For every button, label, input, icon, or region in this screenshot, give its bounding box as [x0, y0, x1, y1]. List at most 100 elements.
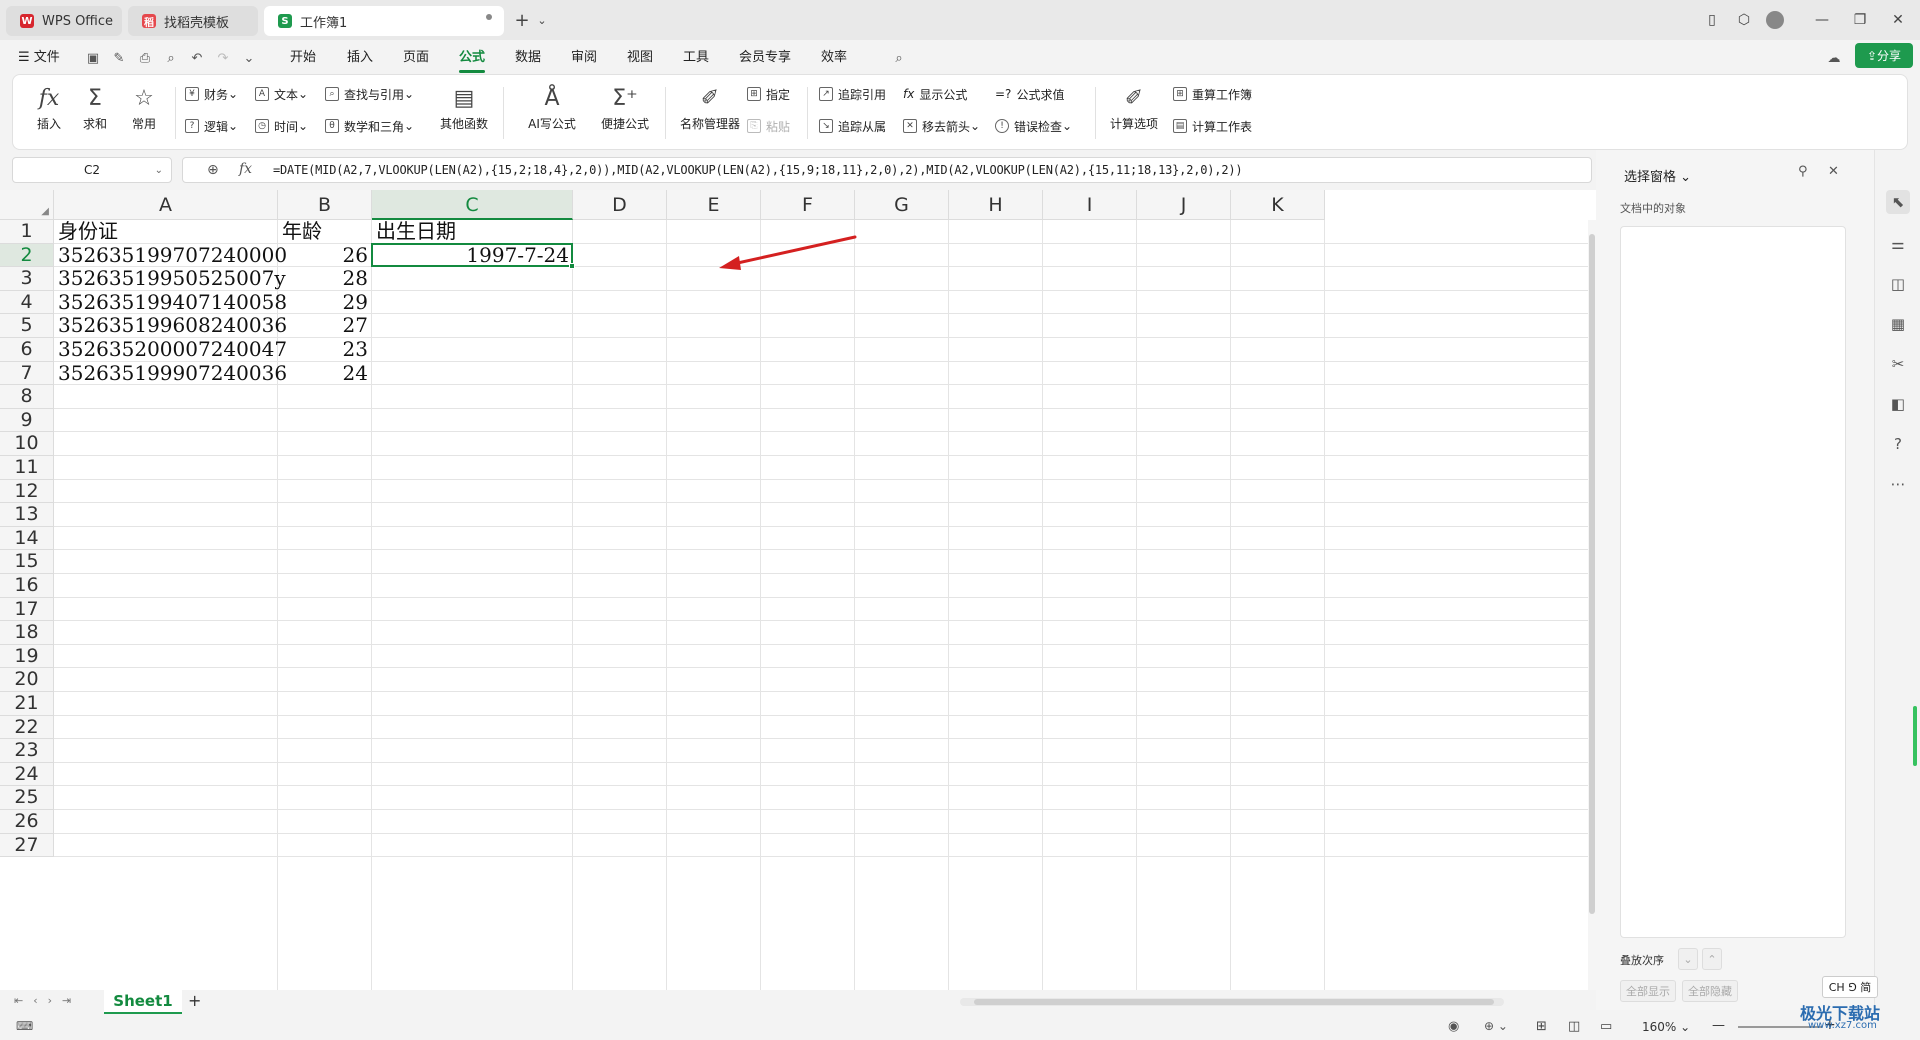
menu-item-efficiency[interactable]: 效率	[821, 40, 847, 76]
cell-id[interactable]: 352635199707240000	[54, 243, 287, 268]
cell-age[interactable]: 28	[278, 267, 372, 291]
tab-list-icon[interactable]: ⌄	[532, 10, 552, 30]
select-all-corner[interactable]: ◢	[0, 190, 54, 220]
cell-id[interactable]: 352635199907240036	[54, 361, 287, 386]
row-header-19[interactable]: 19	[0, 644, 54, 669]
menu-item-tools[interactable]: 工具	[683, 40, 709, 76]
row-header-9[interactable]: 9	[0, 408, 54, 433]
close-icon[interactable]: ✕	[1828, 164, 1839, 179]
avatar[interactable]	[1766, 11, 1784, 29]
eye-icon[interactable]: ◉	[1448, 1019, 1459, 1034]
other-functions-button[interactable]: ▤ 其他函数	[429, 81, 499, 132]
specify-button[interactable]: ⊞ 指定	[747, 83, 790, 105]
row-header-20[interactable]: 20	[0, 668, 54, 692]
row-header-12[interactable]: 12	[0, 479, 54, 504]
paste-names-button[interactable]: ⎘ 粘贴	[747, 115, 790, 137]
normal-view-icon[interactable]: ⊞	[1536, 1019, 1547, 1034]
cell-a1-header[interactable]: 身份证	[54, 219, 278, 244]
row-header-15[interactable]: 15	[0, 550, 54, 574]
adjust-icon[interactable]: ⚌	[1886, 232, 1910, 256]
spreadsheet-grid[interactable]: ◢ ABCDEFGHIJK 1 2 3 4 5 6 7 8 9 10 11 12 13 14 15 16 17 1…	[0, 190, 1596, 990]
lookup-button[interactable]: ⌕ 查找与引用 ⌄	[325, 83, 414, 105]
help-icon[interactable]: ?	[1886, 432, 1910, 456]
more-icon[interactable]: ⋯	[1886, 472, 1910, 496]
cell-age[interactable]: 23	[278, 337, 372, 362]
menu-item-data[interactable]: 数据	[515, 40, 541, 76]
column-header-i[interactable]: I	[1043, 190, 1137, 220]
zoom-formula-icon[interactable]: ⊕	[207, 162, 219, 178]
cube-icon[interactable]: ⬡	[1734, 10, 1754, 30]
column-header-c[interactable]: C	[372, 190, 573, 220]
row-header-4[interactable]: 4	[0, 290, 54, 315]
row-header-8[interactable]: 8	[0, 385, 54, 409]
menu-item-page[interactable]: 页面	[403, 40, 429, 76]
column-header-a[interactable]: A	[54, 190, 278, 220]
horizontal-scrollbar[interactable]	[960, 998, 1504, 1006]
add-sheet-button[interactable]: +	[188, 991, 201, 1010]
layout-icon[interactable]: ▯	[1702, 10, 1722, 30]
sheet-tab-sheet1[interactable]: Sheet1	[104, 990, 182, 1014]
calc-options-button[interactable]: ✐ 计算选项	[1101, 81, 1167, 132]
error-check-button[interactable]: ! 错误检查 ⌄	[995, 115, 1072, 137]
new-tab-button[interactable]: +	[512, 10, 532, 31]
move-down-icon[interactable]: ⌄	[1678, 948, 1698, 970]
column-header-h[interactable]: H	[949, 190, 1043, 220]
brush-icon[interactable]: ✎	[110, 49, 128, 67]
text-functions-button[interactable]: A 文本 ⌄	[255, 83, 308, 105]
minimize-icon[interactable]: —	[1812, 10, 1832, 30]
cell-id[interactable]: 352635200007240047	[54, 337, 287, 362]
cell-age[interactable]: 26	[278, 243, 372, 268]
zoom-level[interactable]: 160% ⌄	[1642, 1020, 1690, 1034]
name-manager-button[interactable]: ✐ 名称管理器	[673, 81, 747, 132]
calc-sheet-button[interactable]: ▤ 计算工作表	[1173, 115, 1252, 137]
menu-item-view[interactable]: 视图	[627, 40, 653, 76]
trace-precedents-button[interactable]: ↗ 追踪引用	[819, 83, 886, 105]
cell-age[interactable]: 27	[278, 314, 372, 338]
column-header-j[interactable]: J	[1137, 190, 1231, 220]
row-header-25[interactable]: 25	[0, 786, 54, 810]
row-header-27[interactable]: 27	[0, 833, 54, 858]
cloud-icon[interactable]: ☁	[1825, 49, 1843, 67]
row-header-24[interactable]: 24	[0, 762, 54, 787]
save-icon[interactable]: ▣	[84, 49, 102, 67]
macro-icon[interactable]: ⌨	[16, 1019, 33, 1033]
image-icon[interactable]: ▦	[1886, 312, 1910, 336]
sheet-nav-arrows-icon[interactable]: ⇤‹›⇥	[14, 994, 81, 1007]
row-header-16[interactable]: 16	[0, 574, 54, 598]
tab-workbook[interactable]: S 工作簿1	[264, 6, 504, 36]
menu-item-home[interactable]: 开始	[290, 40, 316, 76]
page-break-icon[interactable]: ▭	[1600, 1019, 1612, 1034]
objects-list[interactable]	[1620, 226, 1846, 938]
cell-c1-header[interactable]: 出生日期	[372, 219, 573, 244]
show-all-button[interactable]: 全部显示	[1620, 980, 1676, 1002]
comment-icon[interactable]: ◫	[1886, 272, 1910, 296]
common-functions-button[interactable]: ☆ 常用	[121, 81, 167, 132]
row-header-23[interactable]: 23	[0, 739, 54, 763]
close-icon[interactable]: ✕	[1888, 10, 1908, 30]
redo-icon[interactable]: ↷	[214, 49, 232, 67]
autosum-button[interactable]: Σ 求和	[75, 81, 115, 132]
quick-access-dropdown-icon[interactable]: ⌄	[240, 49, 258, 67]
cell-age[interactable]: 29	[278, 290, 372, 315]
horizontal-scroll-thumb[interactable]	[974, 999, 1494, 1005]
trace-dependents-button[interactable]: ↘ 追踪从属	[819, 115, 886, 137]
book-icon[interactable]: ◧	[1886, 392, 1910, 416]
row-header-6[interactable]: 6	[0, 338, 54, 362]
row-header-13[interactable]: 13	[0, 503, 54, 527]
cell-id[interactable]: 35263519950525007y	[54, 267, 286, 291]
row-header-7[interactable]: 7	[0, 361, 54, 386]
file-menu[interactable]: ☰ 文件	[18, 40, 60, 76]
evaluate-formula-button[interactable]: =? 公式求值	[995, 83, 1064, 105]
formula-text[interactable]: =DATE(MID(A2,7,VLOOKUP(LEN(A2),{15,2;18,…	[273, 158, 1243, 182]
column-header-d[interactable]: D	[573, 190, 667, 220]
pane-title[interactable]: 选择窗格 ⌄	[1624, 166, 1691, 185]
select-pointer-icon[interactable]: ⬉	[1886, 190, 1910, 214]
move-up-icon[interactable]: ⌃	[1702, 948, 1722, 970]
menu-item-review[interactable]: 审阅	[571, 40, 597, 76]
cell-b1-header[interactable]: 年龄	[278, 219, 372, 244]
cell-id[interactable]: 352635199608240036	[54, 314, 287, 338]
row-header-18[interactable]: 18	[0, 621, 54, 645]
row-header-10[interactable]: 10	[0, 432, 54, 456]
column-header-e[interactable]: E	[667, 190, 761, 220]
ai-formula-button[interactable]: Å AI写公式	[517, 81, 587, 132]
